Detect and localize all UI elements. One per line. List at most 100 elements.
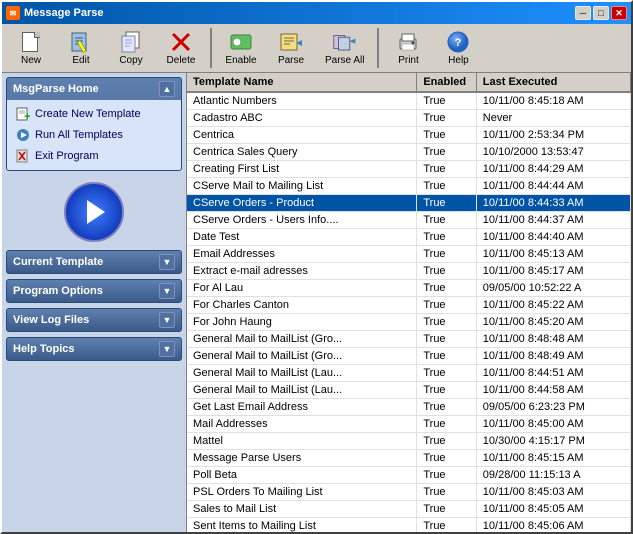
table-row[interactable]: Sales to Mail ListTrue10/11/00 8:45:05 A… [187, 501, 631, 518]
separator-1 [210, 28, 212, 68]
cell-last-executed: 10/11/00 8:44:44 AM [476, 178, 630, 195]
table-row[interactable]: Poll BetaTrue09/28/00 11:15:13 A [187, 467, 631, 484]
delete-icon [169, 30, 193, 54]
cell-last-executed: 10/11/00 8:45:15 AM [476, 450, 630, 467]
cell-last-executed: 10/11/00 8:45:05 AM [476, 501, 630, 518]
msgparse-home-items: + Create New Template Run All Templa [7, 100, 181, 170]
close-button[interactable]: ✕ [611, 6, 627, 20]
table-row[interactable]: Sent Items to Mailing ListTrue10/11/00 8… [187, 518, 631, 533]
delete-label: Delete [167, 55, 196, 66]
table-row[interactable]: PSL Orders To Mailing ListTrue10/11/00 8… [187, 484, 631, 501]
table-row[interactable]: For John HaungTrue10/11/00 8:45:20 AM [187, 314, 631, 331]
sidebar-item-create-template[interactable]: + Create New Template [11, 104, 177, 124]
table-row[interactable]: CServe Mail to Mailing ListTrue10/11/00 … [187, 178, 631, 195]
parse-all-button[interactable]: Parse All [316, 26, 373, 70]
table-row[interactable]: For Charles CantonTrue10/11/00 8:45:22 A… [187, 297, 631, 314]
program-options-collapse-btn[interactable]: ▼ [159, 283, 175, 299]
cell-last-executed: 10/11/00 8:48:49 AM [476, 348, 630, 365]
parse-button[interactable]: Parse [266, 26, 316, 70]
cell-last-executed: 10/11/00 8:44:37 AM [476, 212, 630, 229]
cell-template-name: CServe Mail to Mailing List [187, 178, 417, 195]
cell-enabled: True [417, 246, 476, 263]
copy-button[interactable]: Copy [106, 26, 156, 70]
table-row[interactable]: Centrica Sales QueryTrue10/10/2000 13:53… [187, 144, 631, 161]
delete-button[interactable]: Delete [156, 26, 206, 70]
table-row[interactable]: MattelTrue10/30/00 4:15:17 PM [187, 433, 631, 450]
new-button[interactable]: New [6, 26, 56, 70]
sidebar-item-exit-program[interactable]: Exit Program [11, 146, 177, 166]
sidebar-section-header-program[interactable]: Program Options ▼ [7, 280, 181, 302]
toolbar: New Edit [2, 24, 631, 73]
program-options-title: Program Options [13, 285, 103, 297]
cell-template-name: Sales to Mail List [187, 501, 417, 518]
separator-2 [377, 28, 379, 68]
cell-last-executed: 10/11/00 8:44:58 AM [476, 382, 630, 399]
table-row[interactable]: Cadastro ABCTrueNever [187, 110, 631, 127]
msgparse-collapse-btn[interactable]: ▲ [159, 81, 175, 97]
msgparse-home-title: MsgParse Home [13, 83, 99, 95]
cell-enabled: True [417, 518, 476, 533]
cell-last-executed: 10/11/00 8:48:48 AM [476, 331, 630, 348]
help-button[interactable]: ? Help [433, 26, 483, 70]
sidebar-section-header-help[interactable]: Help Topics ▼ [7, 338, 181, 360]
table-row[interactable]: Atlantic NumbersTrue10/11/00 8:45:18 AM [187, 92, 631, 110]
cell-last-executed: 10/11/00 8:45:17 AM [476, 263, 630, 280]
maximize-button[interactable]: □ [593, 6, 609, 20]
title-buttons: ─ □ ✕ [575, 6, 627, 20]
table-row[interactable]: General Mail to MailList (Lau...True10/1… [187, 365, 631, 382]
table-row[interactable]: Date TestTrue10/11/00 8:44:40 AM [187, 229, 631, 246]
help-topics-collapse-btn[interactable]: ▼ [159, 341, 175, 357]
current-template-title: Current Template [13, 256, 103, 268]
exit-program-label: Exit Program [35, 150, 99, 162]
table-row[interactable]: For Al LauTrue09/05/00 10:52:22 A [187, 280, 631, 297]
minimize-button[interactable]: ─ [575, 6, 591, 20]
cell-enabled: True [417, 433, 476, 450]
sidebar-section-header-log[interactable]: View Log Files ▼ [7, 309, 181, 331]
parse-label: Parse [278, 55, 304, 66]
sidebar-section-header-msgparse[interactable]: MsgParse Home ▲ [7, 78, 181, 100]
sidebar-item-run-all-templates[interactable]: Run All Templates [11, 125, 177, 145]
table-row[interactable]: Creating First ListTrue10/11/00 8:44:29 … [187, 161, 631, 178]
main-area: MsgParse Home ▲ + Create N [2, 73, 631, 532]
cell-enabled: True [417, 450, 476, 467]
table-row[interactable]: Email AddressesTrue10/11/00 8:45:13 AM [187, 246, 631, 263]
cell-template-name: For Al Lau [187, 280, 417, 297]
table-row[interactable]: CServe Orders - Users Info....True10/11/… [187, 212, 631, 229]
table-row[interactable]: Get Last Email AddressTrue09/05/00 6:23:… [187, 399, 631, 416]
table-row[interactable]: General Mail to MailList (Gro...True10/1… [187, 348, 631, 365]
sidebar-section-help-topics: Help Topics ▼ [6, 337, 182, 361]
create-template-label: Create New Template [35, 108, 141, 120]
cell-enabled: True [417, 212, 476, 229]
table-row[interactable]: Extract e-mail adressesTrue10/11/00 8:45… [187, 263, 631, 280]
table-row[interactable]: CServe Orders - ProductTrue10/11/00 8:44… [187, 195, 631, 212]
parse-all-label: Parse All [325, 55, 364, 66]
cell-template-name: Poll Beta [187, 467, 417, 484]
cell-enabled: True [417, 399, 476, 416]
cell-template-name: Cadastro ABC [187, 110, 417, 127]
table-container[interactable]: Template Name Enabled Last Executed Atla… [187, 73, 631, 532]
svg-text:+: + [24, 111, 30, 121]
col-header-last: Last Executed [476, 73, 630, 92]
cell-enabled: True [417, 127, 476, 144]
edit-button[interactable]: Edit [56, 26, 106, 70]
cell-enabled: True [417, 348, 476, 365]
print-button[interactable]: Print [383, 26, 433, 70]
table-row[interactable]: General Mail to MailList (Gro...True10/1… [187, 331, 631, 348]
table-row[interactable]: Mail AddressesTrue10/11/00 8:45:00 AM [187, 416, 631, 433]
logo-arrow [87, 200, 105, 224]
cell-template-name: PSL Orders To Mailing List [187, 484, 417, 501]
sidebar-section-header-current[interactable]: Current Template ▼ [7, 251, 181, 273]
cell-last-executed: 10/11/00 2:53:34 PM [476, 127, 630, 144]
edit-label: Edit [72, 55, 89, 66]
cell-enabled: True [417, 92, 476, 110]
cell-last-executed: 10/11/00 8:45:03 AM [476, 484, 630, 501]
cell-enabled: True [417, 501, 476, 518]
current-template-collapse-btn[interactable]: ▼ [159, 254, 175, 270]
enable-button[interactable]: Enable [216, 26, 266, 70]
cell-template-name: Centrica Sales Query [187, 144, 417, 161]
help-icon: ? [446, 30, 470, 54]
table-row[interactable]: CentricaTrue10/11/00 2:53:34 PM [187, 127, 631, 144]
table-row[interactable]: Message Parse UsersTrue10/11/00 8:45:15 … [187, 450, 631, 467]
view-log-collapse-btn[interactable]: ▼ [159, 312, 175, 328]
table-row[interactable]: General Mail to MailList (Lau...True10/1… [187, 382, 631, 399]
